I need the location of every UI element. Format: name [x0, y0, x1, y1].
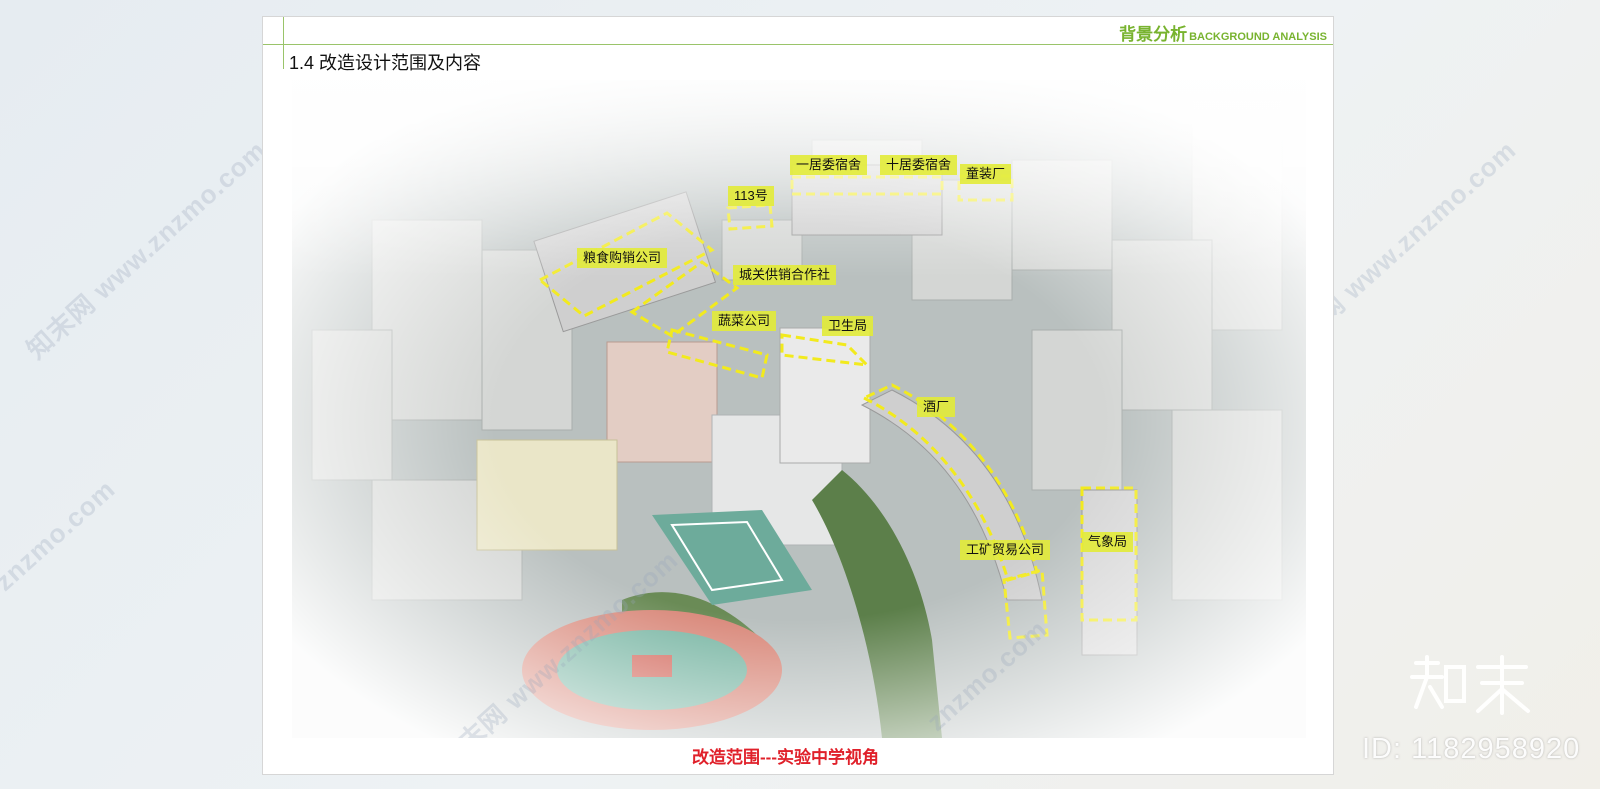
watermark-text: znzmo.com [0, 473, 121, 597]
brand-logo-watermark [1410, 655, 1530, 715]
building-label: 气象局 [1082, 532, 1134, 552]
slide-page: 背景分析 BACKGROUND ANALYSIS 1.4 改造设计范围及内容 一… [262, 16, 1334, 775]
building-label: 一居委宿舍 [790, 155, 868, 175]
photo-caption: 改造范围---实验中学视角 [692, 748, 879, 767]
aerial-photo-illustration [292, 80, 1306, 738]
building-label: 酒厂 [917, 397, 956, 417]
building-label: 十居委宿舍 [880, 155, 958, 175]
building-label: 城关供销合作社 [733, 265, 837, 285]
page-header: 背景分析 BACKGROUND ANALYSIS [1119, 20, 1327, 45]
aerial-photo: 一居委宿舍 十居委宿舍 童装厂 113号 粮食购销公司 城关供销合作社 蔬菜公司… [292, 80, 1306, 738]
watermark-id: ID: 1182958920 [1362, 733, 1581, 765]
building-label: 童装厂 [960, 164, 1012, 184]
header-title-en: BACKGROUND ANALYSIS [1189, 31, 1327, 43]
building-label: 蔬菜公司 [712, 311, 777, 331]
building-label: 工矿贸易公司 [960, 540, 1051, 560]
watermark-text: 知末网 www.znzmo.com [20, 134, 272, 365]
building-label: 113号 [728, 186, 774, 206]
header-title-cn: 背景分析 [1119, 25, 1188, 44]
building-label: 粮食购销公司 [577, 248, 668, 268]
section-title: 1.4 改造设计范围及内容 [289, 53, 482, 73]
building-label: 卫生局 [822, 316, 874, 336]
header-divider-vertical [283, 17, 284, 69]
